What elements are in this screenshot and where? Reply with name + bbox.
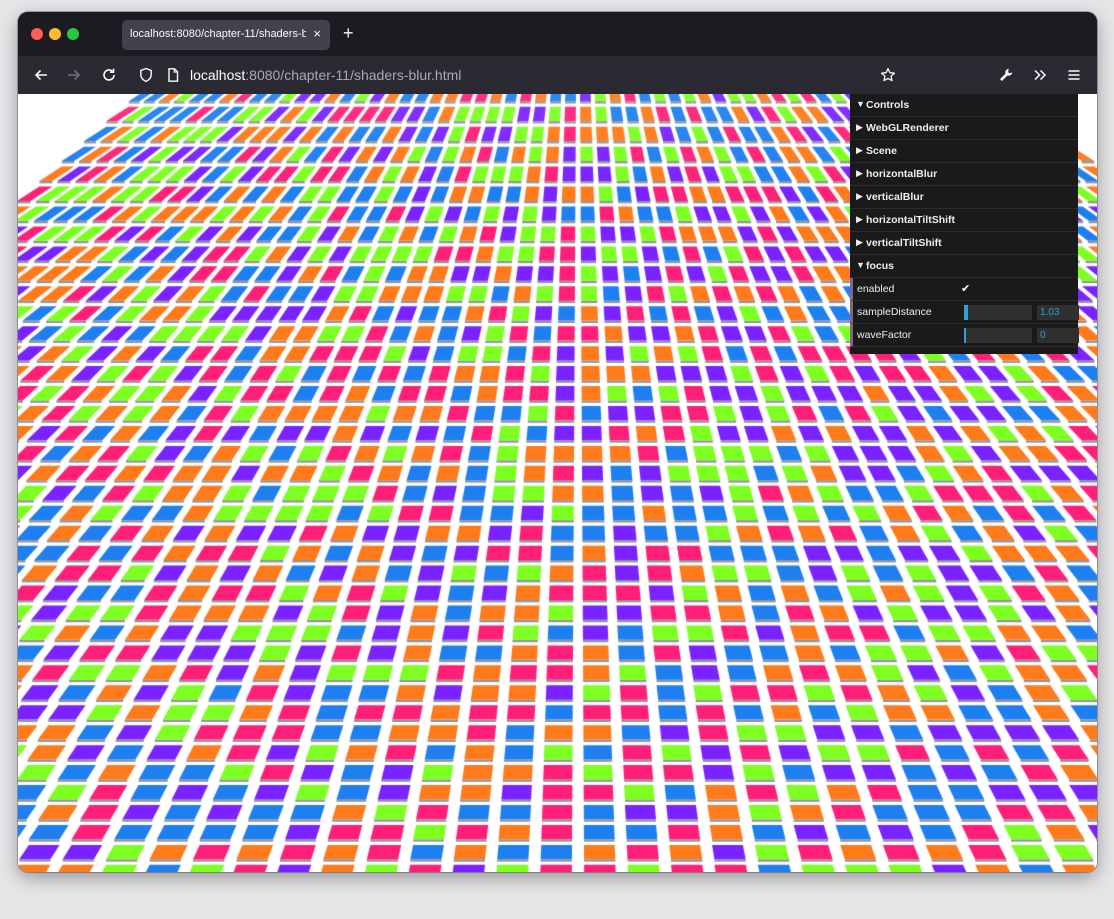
gui-folder-verticalblur[interactable]: ▶ verticalBlur [850,186,1078,209]
window-maximize-button[interactable] [67,28,79,40]
window-minimize-button[interactable] [49,28,61,40]
slider-fill [964,305,968,320]
url-host: localhost [190,67,246,83]
gui-prop-sampledistance: sampleDistance 1.03 [850,301,1079,324]
chevron-right-icon: ▶ [856,122,863,132]
gui-folder-horizontalblur[interactable]: ▶ horizontalBlur [850,163,1078,186]
gui-folder-label: focus [866,260,895,272]
wrench-icon[interactable] [996,65,1016,85]
sampledistance-slider[interactable] [964,305,1032,320]
gui-folder-focus[interactable]: ▼ focus [850,255,1078,278]
chevron-right-icon: ▶ [856,191,863,201]
chevron-right-icon: ▶ [856,145,863,155]
gui-folder-horizontaltiltshift[interactable]: ▶ horizontalTiltShift [850,209,1078,232]
nav-bar: localhost:8080/chapter-11/shaders-blur.h… [18,56,1097,94]
gui-folder-label: Controls [866,99,910,111]
chevron-down-icon: ▼ [856,99,865,109]
tab-active[interactable]: localhost:8080/chapter-11/shaders-blur.h… [122,20,330,50]
gui-folder-label: horizontalTiltShift [866,214,956,226]
tab-close-icon[interactable]: × [313,26,321,42]
back-icon[interactable] [31,65,51,85]
gui-folder-scene[interactable]: ▶ Scene [850,140,1078,163]
gui-folder-label: Scene [866,145,897,157]
page-viewport: ▼ Controls ▶ WebGLRenderer ▶ Scene ▶ hor… [18,94,1097,872]
bookmark-star-icon[interactable] [878,65,898,85]
tab-strip: localhost:8080/chapter-11/shaders-blur.h… [18,12,1097,56]
enabled-checkbox[interactable]: ✔ [961,282,970,295]
gui-folder-webglrenderer[interactable]: ▶ WebGLRenderer [850,117,1078,140]
wavefactor-slider[interactable] [964,328,1032,343]
gui-prop-label: waveFactor [857,329,912,341]
gui-prop-label: enabled [857,283,895,295]
dat-gui-panel: ▼ Controls ▶ WebGLRenderer ▶ Scene ▶ hor… [850,94,1079,354]
slider-fill [964,328,966,343]
menu-icon[interactable] [1064,65,1084,85]
chevron-right-icon: ▶ [856,168,863,178]
gui-prop-label: sampleDistance [857,306,932,318]
shield-icon[interactable] [136,65,156,85]
gui-folder-controls[interactable]: ▼ Controls [850,94,1078,117]
gui-prop-wavefactor: waveFactor 0 [850,324,1079,347]
chevron-right-icon: ▶ [856,214,863,224]
browser-window: localhost:8080/chapter-11/shaders-blur.h… [18,12,1097,872]
window-close-button[interactable] [31,28,43,40]
gui-folder-verticaltiltshift[interactable]: ▶ verticalTiltShift [850,232,1078,255]
chevron-down-icon: ▼ [856,260,865,270]
sampledistance-input[interactable]: 1.03 [1037,305,1079,320]
gui-folder-label: WebGLRenderer [866,122,949,134]
url-bar[interactable]: localhost:8080/chapter-11/shaders-blur.h… [190,67,461,83]
new-tab-button[interactable]: + [343,23,354,43]
page-icon [163,65,183,85]
gui-folder-label: verticalBlur [866,191,924,203]
gui-prop-enabled: enabled ✔ [850,278,1078,301]
url-path: :8080/chapter-11/shaders-blur.html [245,67,462,83]
reload-icon[interactable] [99,65,119,85]
chevron-right-icon: ▶ [856,237,863,247]
overflow-chevron-icon[interactable] [1030,65,1050,85]
gui-folder-label: verticalTiltShift [866,237,942,249]
wavefactor-input[interactable]: 0 [1037,328,1079,343]
gui-folder-label: horizontalBlur [866,168,938,180]
forward-icon[interactable] [64,65,84,85]
tab-title: localhost:8080/chapter-11/shaders-blur.h… [130,28,306,40]
